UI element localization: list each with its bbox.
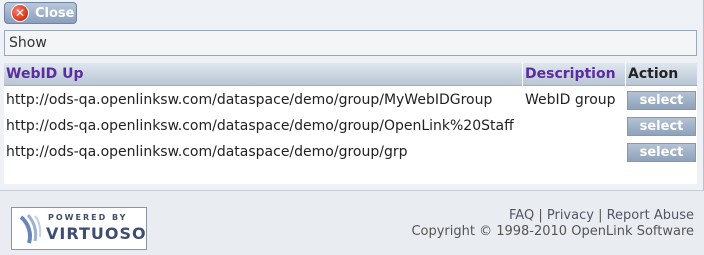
privacy-link[interactable]: Privacy — [547, 208, 594, 223]
logo-name: VIRTUOSO — [46, 224, 147, 243]
main-panel: ✕ Close Show WebID Up Description Action… — [0, 0, 704, 190]
row-url: http://ods-qa.openlinksw.com/dataspace/d… — [6, 92, 493, 108]
footer: POWERED BY VIRTUOSO FAQ | Privacy | Repo… — [0, 190, 704, 255]
header-action: Action — [628, 66, 679, 82]
virtuoso-logo[interactable]: POWERED BY VIRTUOSO — [11, 207, 147, 250]
table-row: http://ods-qa.openlinksw.com/dataspace/d… — [4, 87, 697, 113]
header-description[interactable]: Description — [523, 63, 626, 86]
close-button[interactable]: ✕ Close — [4, 2, 77, 24]
virtuoso-logo-icon — [19, 214, 42, 244]
show-bar[interactable]: Show — [4, 30, 697, 56]
close-button-label: Close — [35, 5, 75, 21]
select-button[interactable]: select — [627, 91, 696, 110]
faq-link[interactable]: FAQ — [509, 208, 534, 223]
select-button[interactable]: select — [627, 143, 696, 162]
report-abuse-link[interactable]: Report Abuse — [607, 208, 694, 223]
logo-powered-by: POWERED BY — [48, 213, 128, 222]
table-header: WebID Up Description Action — [4, 63, 697, 86]
show-label: Show — [9, 35, 47, 51]
copyright-text: Copyright © 1998-2010 OpenLink Software — [411, 224, 694, 239]
row-url: http://ods-qa.openlinksw.com/dataspace/d… — [6, 144, 408, 160]
link-separator: | — [598, 208, 603, 223]
link-separator: | — [538, 208, 543, 223]
header-webid-up[interactable]: WebID Up — [4, 63, 523, 86]
table-row: http://ods-qa.openlinksw.com/dataspace/d… — [4, 139, 697, 165]
table-row: http://ods-qa.openlinksw.com/dataspace/d… — [4, 113, 697, 139]
close-icon: ✕ — [11, 4, 29, 22]
row-description: WebID group — [525, 92, 616, 108]
row-url: http://ods-qa.openlinksw.com/dataspace/d… — [6, 118, 514, 134]
footer-links: FAQ | Privacy | Report Abuse — [509, 208, 694, 223]
select-button[interactable]: select — [627, 117, 696, 136]
webid-table: WebID Up Description Action http://ods-q… — [4, 63, 697, 184]
